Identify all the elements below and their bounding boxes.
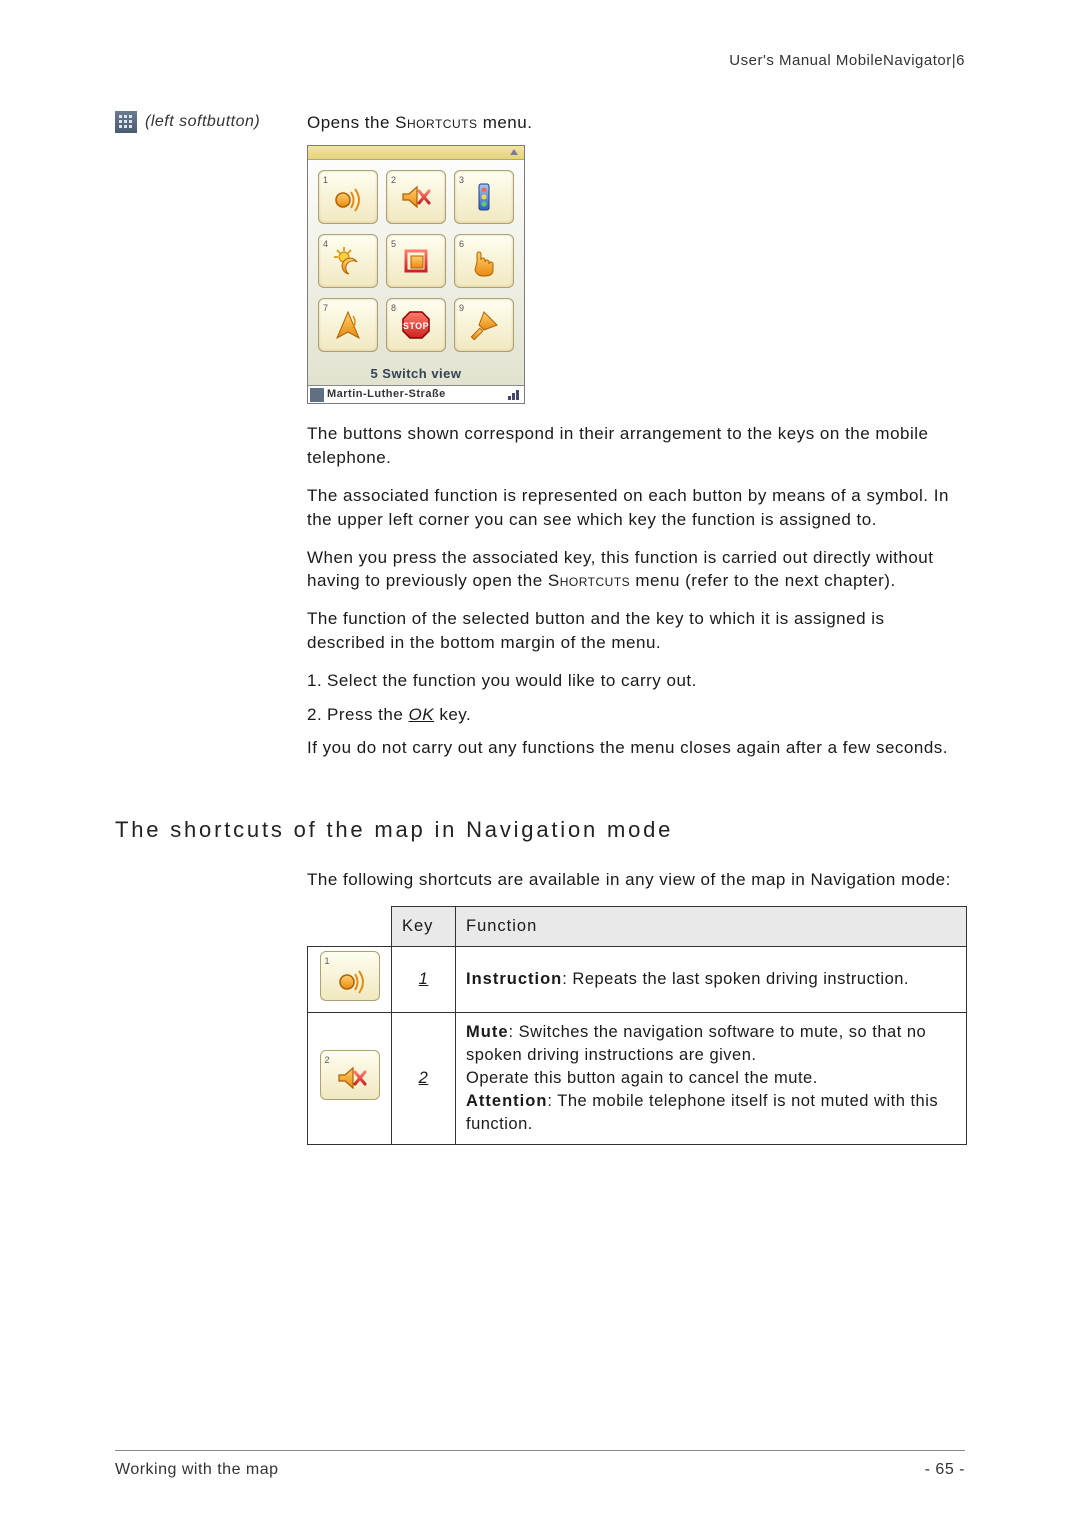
paragraph-3: When you press the associated key, this … [307,546,965,594]
shortcuts-table: Key Function 1 1 Instruction: Repeats th… [307,906,967,1146]
paragraph-1: The buttons shown correspond in their ar… [307,422,965,470]
col-function: Function [456,906,967,946]
mute-icon: 2 [320,1050,380,1100]
shortcut-1-speak-icon: 1 [318,170,378,224]
left-softbutton-block: (left softbutton) [115,111,295,133]
selected-shortcut-label: 5 Switch view [308,362,524,385]
grid-icon [115,111,137,133]
footer-page-number: - 65 - [925,1459,965,1481]
table-row: 1 1 Instruction: Repeats the last spoken… [308,946,967,1012]
shortcut-3-route-icon: 3 [454,170,514,224]
section2-intro: The following shortcuts are available in… [307,868,965,892]
paragraph-4: The function of the selected button and … [307,607,965,655]
function-1: Instruction: Repeats the last spoken dri… [456,946,967,1012]
key-2: 2 [392,1012,456,1144]
footer-left: Working with the map [115,1459,279,1481]
shortcut-8-stop-icon: 8 [386,298,446,352]
function-2: Mute: Switches the navigation software t… [456,1012,967,1144]
col-key: Key [392,906,456,946]
shortcut-5-view-icon: 5 [386,234,446,288]
shortcut-7-north-icon: 7 [318,298,378,352]
softbutton-label: (left softbutton) [145,111,260,133]
step-1: 1.Select the function you would like to … [307,669,965,693]
instruction-icon: 1 [320,951,380,1001]
opens-text: Opens the Shortcuts menu. [307,111,532,135]
paragraph-2: The associated function is represented o… [307,484,965,532]
table-row: 2 2 Mute: Switches the navigation softwa… [308,1012,967,1144]
key-1: 1 [392,946,456,1012]
section-heading: The shortcuts of the map in Navigation m… [115,815,965,846]
shortcut-2-mute-icon: 2 [386,170,446,224]
status-bar: Martin-Luther-Straße [308,385,524,403]
shortcut-9-trowel-icon: 9 [454,298,514,352]
step-2: 2.Press the OK key. [307,703,965,727]
paragraph-5: If you do not carry out any functions th… [307,736,965,760]
shortcut-6-poi-icon: 6 [454,234,514,288]
shortcut-4-daynight-icon: 4 [318,234,378,288]
page-header: User's Manual MobileNavigator|6 [115,50,965,71]
shortcuts-screenshot: 1 2 3 4 5 6 7 8 9 5 Switch view Martin-L… [307,145,525,405]
